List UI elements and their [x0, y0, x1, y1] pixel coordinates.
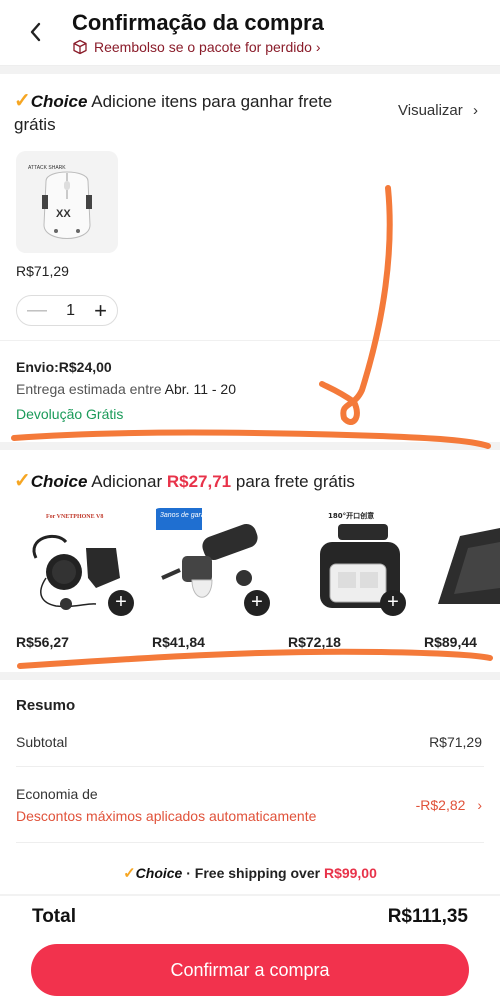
upsell-product-price: R$41,84	[152, 634, 205, 650]
shipping-banner-amount: R$99,00	[323, 865, 377, 881]
upsell-title: ✓Choice Adicionar R$27,71 para frete grá…	[14, 468, 355, 493]
free-shipping-banner: ✓Choice · Free shipping over R$99,00	[0, 864, 500, 882]
mouse-image: ATTACK SHARK XX	[16, 151, 118, 253]
section-divider	[0, 672, 500, 680]
upsell-prefix: Adicionar	[91, 472, 163, 491]
warranty-label: 3anos de garantia	[160, 512, 216, 519]
view-link[interactable]: Visualizar ›	[398, 102, 478, 119]
upsell-product-card[interactable]	[424, 508, 500, 620]
chevron-right-icon: ›	[477, 797, 482, 813]
refund-guarantee-text: Reembolso se o pacote for perdido	[94, 39, 312, 55]
section-divider	[0, 894, 500, 896]
annotation-stroke	[319, 185, 393, 425]
eta-dates: Abr. 11 - 20	[164, 381, 236, 397]
section-divider	[0, 66, 500, 74]
upsell-product-price: R$72,18	[288, 634, 341, 650]
header: Confirmação da compra Reembolso se o pac…	[0, 0, 500, 66]
confirm-purchase-button[interactable]: Confirmar a compra	[31, 944, 469, 996]
subtotal-label: Subtotal	[16, 734, 68, 750]
divider-line	[16, 766, 484, 767]
choice-label: Choice	[135, 865, 183, 881]
annotation-stroke	[17, 648, 493, 669]
delivery-estimate: Entrega estimada entre Abr. 11 - 20	[16, 381, 236, 397]
package-icon	[73, 39, 87, 55]
shipping-banner-text: · Free shipping over	[186, 865, 321, 881]
cart-item-price: R$71,29	[16, 263, 69, 279]
divider-line	[0, 340, 500, 341]
cart-item-image[interactable]: ATTACK SHARK XX	[16, 151, 118, 253]
choice-label: Choice	[30, 92, 88, 111]
product-label: For VNETPHONE V8	[46, 514, 103, 520]
svg-text:XX: XX	[56, 208, 71, 220]
savings-label: Economia de	[16, 786, 98, 802]
back-arrow-icon[interactable]	[24, 18, 48, 46]
chevron-right-icon: ›	[472, 102, 478, 119]
upsell-suffix: para frete grátis	[235, 472, 355, 491]
subtotal-value: R$71,29	[429, 734, 482, 750]
shipping-cost: Envio:R$24,00	[16, 359, 112, 375]
case-label: 180°开口创意	[328, 511, 374, 520]
brand-text: ATTACK SHARK	[28, 165, 66, 171]
quantity-value: 1	[66, 301, 76, 319]
choice-check-icon: ✓	[123, 865, 136, 882]
choice-check-icon: ✓	[14, 90, 31, 112]
cart-section-title: ✓Choice Adicione itens para ganhar frete…	[14, 90, 374, 136]
section-divider	[0, 442, 500, 450]
page-title: Confirmação da compra	[72, 10, 324, 35]
divider-line	[16, 842, 484, 843]
discount-value: -R$2,82	[415, 797, 466, 813]
product-image	[438, 528, 500, 604]
free-return-label: Devolução Grátis	[16, 406, 124, 422]
upsell-product-price: R$89,44	[424, 634, 477, 650]
choice-label: Choice	[30, 472, 88, 491]
plus-icon[interactable]: +	[94, 298, 107, 324]
upsell-product-card[interactable]: 180°开口创意 +	[288, 508, 410, 620]
add-to-cart-icon[interactable]: +	[244, 590, 270, 616]
total-value: R$111,35	[387, 906, 468, 927]
refund-guarantee-link[interactable]: Reembolso se o pacote for perdido ›	[72, 39, 321, 55]
quantity-stepper[interactable]: — 1 +	[16, 295, 118, 326]
chevron-right-icon: ›	[315, 39, 321, 55]
upsell-product-price: R$56,27	[16, 634, 69, 650]
discount-label[interactable]: Descontos máximos aplicados automaticame…	[16, 808, 316, 824]
summary-title: Resumo	[16, 697, 76, 714]
upsell-amount: R$27,71	[166, 472, 232, 491]
minus-icon[interactable]: —	[27, 299, 47, 322]
eta-prefix: Entrega estimada entre	[16, 381, 162, 397]
add-to-cart-icon[interactable]: +	[108, 590, 134, 616]
upsell-product-card[interactable]: For VNETPHONE V8 +	[16, 508, 138, 620]
total-label: Total	[32, 906, 76, 927]
discount-value-link[interactable]: -R$2,82 ›	[416, 797, 482, 813]
view-label: Visualizar	[398, 102, 463, 119]
add-to-cart-icon[interactable]: +	[380, 590, 406, 616]
choice-check-icon: ✓	[14, 470, 31, 492]
upsell-product-card[interactable]: 3anos de garantia +	[152, 508, 274, 620]
